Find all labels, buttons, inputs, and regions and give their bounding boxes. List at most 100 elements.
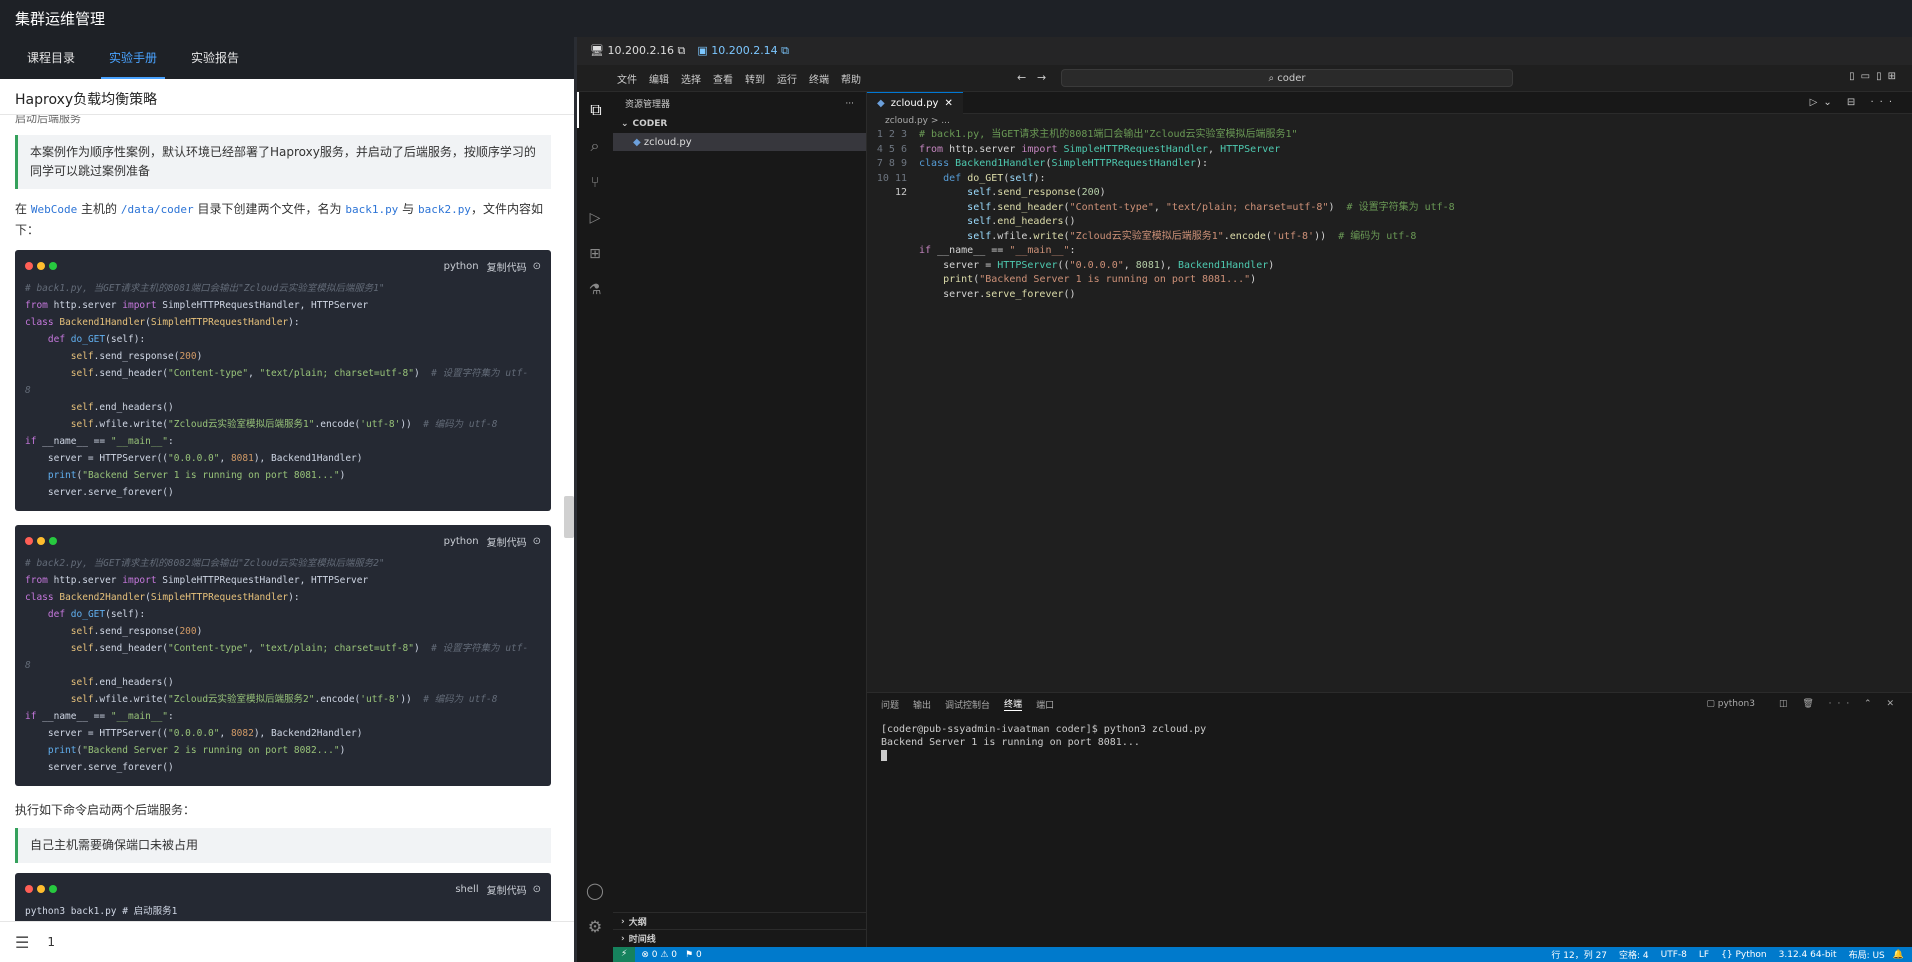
folder-name: CODER (632, 119, 668, 129)
code-language: shell (455, 883, 479, 895)
menu-run[interactable]: 运行 (777, 71, 797, 86)
layout-controls-icon[interactable]: ▯▭▯⊞ (1849, 71, 1902, 82)
terminal-line-2: Backend Server 1 is running on port 8081… (881, 737, 1140, 748)
intro-text: 目录下创建两个文件，名为 (193, 202, 346, 216)
testing-icon[interactable]: ⚗ (577, 272, 613, 308)
copy-code-button[interactable]: 复制代码 (487, 882, 527, 897)
terminal-actions-icon[interactable]: ◫ 🗑 ··· ⌃ ✕ (1779, 699, 1900, 709)
connection-bar: 🖥 10.200.2.16 ⧉ ▣ 10.200.2.14 ⧉ (577, 37, 1912, 65)
copy-code-button[interactable]: 复制代码 (487, 259, 527, 274)
python-file-icon: ◆ (633, 136, 641, 148)
cursor-position[interactable]: 行 12，列 27 (1551, 948, 1607, 961)
host-1[interactable]: 🖥 10.200.2.16 ⧉ (590, 44, 685, 58)
file-name: zcloud.py (643, 136, 692, 148)
panel-tab-problems[interactable]: 问题 (881, 698, 899, 711)
menu-file[interactable]: 文件 (617, 71, 637, 86)
nav-forward-icon[interactable]: → (1037, 71, 1046, 84)
command-center-search[interactable]: ⌕ coder (1061, 69, 1513, 87)
remote-indicator-icon[interactable]: ⚡ (613, 947, 636, 962)
window-dot-green (49, 262, 57, 270)
timeline-section[interactable]: › 时间线 (613, 929, 867, 947)
tab-lab-report[interactable]: 实验报告 (183, 37, 247, 79)
code-language: python (443, 535, 479, 547)
tab-course-catalog[interactable]: 课程目录 (19, 37, 83, 79)
encoding[interactable]: UTF-8 (1661, 950, 1687, 960)
doc-content[interactable]: 启动后端服务 本案例作为顺序性案例，默认环境已经部署了Haproxy服务，并启动… (0, 115, 566, 921)
tab-label: zcloud.py (890, 97, 939, 109)
inline-path: /data/coder (120, 203, 194, 216)
run-file-icon[interactable]: ▷⌄ ⊟ ··· (1810, 97, 1898, 108)
code-editor[interactable]: 1 2 3 4 5 6 7 8 9 10 11 12 # back1.py, 当… (867, 128, 1912, 608)
tab-lab-manual[interactable]: 实验手册 (101, 37, 166, 79)
ports-indicator[interactable]: ⚑ 0 (685, 950, 702, 960)
panel-tab-ports[interactable]: 端口 (1036, 698, 1054, 711)
search-icon[interactable]: ⌕ (577, 128, 613, 164)
panel-tab-terminal[interactable]: 终端 (1004, 697, 1023, 711)
terminal-output[interactable]: [coder@pub-ssyadmin-ivaatman coder]$ pyt… (867, 715, 1912, 762)
language-mode[interactable]: {} Python (1721, 950, 1767, 960)
error-count: 0 (651, 949, 658, 960)
settings-icon[interactable]: ⚙ (577, 908, 613, 944)
window-dot-red (25, 262, 33, 270)
warning-count: 0 (671, 949, 677, 960)
panel-tabs: 问题 输出 调试控制台 终端 端口 ▢ python3 ◫ 🗑 ··· ⌃ ✕ (867, 693, 1912, 715)
inline-file2: back2.py (417, 203, 471, 216)
lab-manual-panel: 课程目录 实验手册 实验报告 Haproxy负载均衡策略 启动后端服务 本案例作… (0, 37, 574, 962)
indentation[interactable]: 空格: 4 (1619, 948, 1649, 961)
intro-text: 与 (398, 202, 418, 216)
file-zcloud-py[interactable]: ◆ zcloud.py (613, 133, 866, 151)
terminal-instance[interactable]: ▢ python3 (1706, 699, 1755, 709)
editor-area: ◆ zcloud.py ✕ ▷⌄ ⊟ ··· zcloud.py > ... 1 2… (867, 91, 1912, 628)
run-debug-icon[interactable]: ▷ (577, 200, 613, 236)
folder-coder[interactable]: ⌄ CODER (613, 115, 866, 133)
code-language: python (443, 260, 479, 272)
breadcrumb[interactable]: zcloud.py > ... (867, 114, 1912, 128)
menu-selection[interactable]: 选择 (681, 71, 701, 86)
timeline-label: 时间线 (628, 935, 656, 945)
window-dot-green (49, 885, 57, 893)
panel-splitter-handle[interactable] (564, 496, 574, 538)
collapse-icon[interactable]: ⊙ (533, 261, 541, 272)
cut-heading: 启动后端服务 (15, 115, 81, 125)
code-block-back1: python 复制代码 ⊙ # back1.py, 当GET请求主机的8081端… (15, 250, 551, 511)
menu-terminal[interactable]: 终端 (809, 71, 829, 86)
activity-bar: ⧉ ⌕ ⑂ ▷ ⊞ ⚗ ◯ ⚙ (577, 92, 613, 962)
list-icon[interactable]: ☰ (15, 933, 29, 952)
menu-view[interactable]: 查看 (713, 71, 733, 86)
nav-back-icon[interactable]: ← (1017, 71, 1026, 84)
window-dot-yellow (37, 885, 45, 893)
host-2[interactable]: ▣ 10.200.2.14 ⧉ (697, 44, 789, 58)
python-version[interactable]: 3.12.4 64-bit (1779, 950, 1837, 960)
keyboard-layout[interactable]: 布局: US (1849, 948, 1885, 961)
menu-go[interactable]: 转到 (745, 71, 765, 86)
outline-section[interactable]: › 大纲 (613, 912, 867, 930)
collapse-icon[interactable]: ⊙ (533, 536, 541, 547)
window-dot-yellow (37, 262, 45, 270)
line-numbers: 1 2 3 4 5 6 7 8 9 10 11 12 (876, 129, 907, 198)
notifications-icon[interactable]: 🔔 (1893, 950, 1904, 960)
explorer-icon[interactable]: ⧉ (577, 92, 613, 128)
source-control-icon[interactable]: ⑂ (577, 164, 613, 200)
code-content: # back1.py, 当GET请求主机的8081端口会输出"Zcloud云实验… (25, 283, 529, 498)
problems-indicator[interactable]: ⊗ 0 ⚠ 0 (641, 950, 677, 960)
menu-edit[interactable]: 编辑 (649, 71, 669, 86)
terminal-instance-name: python3 (1717, 699, 1755, 709)
app-header: 集群运维管理 (0, 0, 1912, 37)
copy-code-button[interactable]: 复制代码 (487, 534, 527, 549)
page-number: 1 (47, 935, 55, 949)
inline-file1: back1.py (345, 203, 399, 216)
extensions-icon[interactable]: ⊞ (577, 236, 613, 272)
code-content: python3 back1.py # 启动服务1 (25, 906, 178, 917)
more-actions-icon[interactable]: ··· (845, 99, 854, 109)
remote-desktop: 🖥 10.200.2.16 ⧉ ▣ 10.200.2.14 ⧉ 文件 编辑 选择… (577, 37, 1912, 962)
editor-tab-zcloud[interactable]: ◆ zcloud.py ✕ (867, 91, 963, 114)
panel-tab-output[interactable]: 输出 (913, 698, 931, 711)
menu-help[interactable]: 帮助 (841, 71, 861, 86)
eol[interactable]: LF (1699, 950, 1709, 960)
panel-tab-debug-console[interactable]: 调试控制台 (945, 698, 990, 711)
close-icon[interactable]: ✕ (944, 98, 952, 109)
collapse-icon[interactable]: ⊙ (533, 884, 541, 895)
account-icon[interactable]: ◯ (577, 872, 613, 908)
explorer-title: 资源管理器 (625, 100, 671, 110)
code-block-back2: python 复制代码 ⊙ # back2.py, 当GET请求主机的8082端… (15, 525, 551, 786)
